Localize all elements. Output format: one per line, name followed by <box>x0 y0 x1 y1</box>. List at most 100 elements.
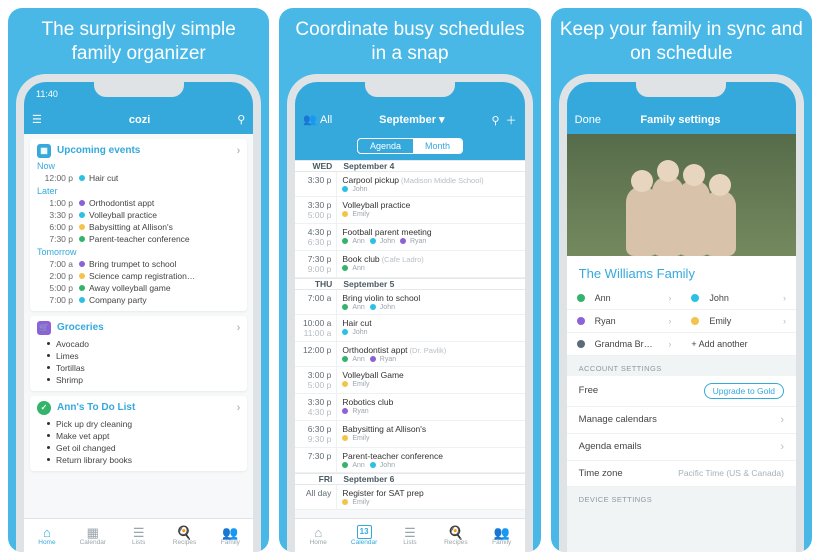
tab-recipes[interactable]: 🍳Recipes <box>162 519 208 552</box>
family-icon: 👥 <box>494 526 510 539</box>
tab-home[interactable]: ⌂Home <box>295 519 341 552</box>
tab-bar: ⌂Home▦Calendar☰Lists🍳Recipes👥Family <box>24 518 253 552</box>
add-member-cell[interactable]: + Add another <box>681 333 796 356</box>
member-dot-icon <box>79 261 85 267</box>
list-item[interactable]: Pick up dry cleaning <box>37 418 240 430</box>
list-item[interactable]: Make vet appt <box>37 430 240 442</box>
calendar-event-row[interactable]: 4:30 p6:30 pFootball parent meetingAnnJo… <box>295 224 524 251</box>
plan-row[interactable]: FreeUpgrade to Gold <box>567 376 796 407</box>
event-row[interactable]: 7:00 pCompany party <box>37 294 240 306</box>
seg-month[interactable]: Month <box>413 139 462 153</box>
event-row[interactable]: 5:00 pAway volleyball game <box>37 282 240 294</box>
family-member-cell[interactable]: Ann› <box>567 287 682 310</box>
calendar-event-row[interactable]: 12:00 pOrthodontist appt(Dr. Pavlik)AnnR… <box>295 342 524 367</box>
chevron-right-icon: › <box>783 293 786 303</box>
settings-screen: The Williams Family Ann›John›Ryan›Emily›… <box>567 134 796 553</box>
calendar-event-row[interactable]: 6:30 p9:30 pBabysitting at Allison'sEmil… <box>295 421 524 448</box>
tab-family[interactable]: 👥Family <box>479 519 525 552</box>
seg-agenda[interactable]: Agenda <box>358 139 413 153</box>
list-item[interactable]: Get oil changed <box>37 442 240 454</box>
family-member-cell[interactable]: Grandma Br…› <box>567 333 682 356</box>
family-member-cell[interactable]: Ryan› <box>567 310 682 333</box>
tab-family[interactable]: 👥Family <box>207 519 253 552</box>
member-dot-icon <box>342 435 348 441</box>
appbar-actions: ⚲ ＋ <box>491 112 516 128</box>
timezone-row[interactable]: Time zonePacific Time (US & Canada) <box>567 461 796 487</box>
member-dot-icon <box>342 329 348 335</box>
calendar-event-row[interactable]: 7:30 p9:00 pBook club(Cafe Ladro)Ann <box>295 251 524 278</box>
calendar-event-row[interactable]: 3:30 p4:30 pRobotics clubRyan <box>295 394 524 421</box>
search-icon[interactable]: ⚲ <box>491 115 499 127</box>
member-dot-icon <box>79 297 85 303</box>
segmented-control: Agenda Month <box>295 134 524 160</box>
phone-mock: 11:40 ☰ cozi ⚲ ▦Upcoming events›Now12:00… <box>16 74 261 553</box>
brand-logo: cozi <box>129 114 150 126</box>
member-dot-icon <box>577 317 585 325</box>
family-icon: 👥 <box>222 526 238 539</box>
chevron-right-icon: › <box>783 316 786 326</box>
calendar-event-row[interactable]: 3:30 p5:00 pVolleyball practiceEmily <box>295 197 524 224</box>
menu-icon[interactable]: ☰ <box>32 113 42 126</box>
phone-mock: 👥 All September ▾ ⚲ ＋ Agenda Month WEDSe… <box>287 74 532 553</box>
tab-lists[interactable]: ☰Lists <box>116 519 162 552</box>
event-row[interactable]: 7:30 pParent-teacher conference <box>37 233 240 245</box>
panel-title: Coordinate busy schedules in a snap <box>287 18 532 66</box>
month-picker[interactable]: September ▾ <box>379 113 444 126</box>
panel-title: The surprisingly simple family organizer <box>16 18 261 66</box>
list-item[interactable]: Return library books <box>37 454 240 466</box>
phone-notch <box>636 81 726 97</box>
list-item[interactable]: Tortillas <box>37 362 240 374</box>
upgrade-button[interactable]: Upgrade to Gold <box>704 383 784 399</box>
event-row[interactable]: 3:30 pVolleyball practice <box>37 209 240 221</box>
tab-recipes[interactable]: 🍳Recipes <box>433 519 479 552</box>
tab-home[interactable]: ⌂Home <box>24 519 70 552</box>
calendar-event-row[interactable]: 7:00 aBring violin to schoolAnnJohn <box>295 290 524 315</box>
calendar-event-row[interactable]: 7:30 pParent-teacher conferenceAnnJohn <box>295 448 524 473</box>
event-row[interactable]: 6:00 pBabysitting at Allison's <box>37 221 240 233</box>
event-row[interactable]: 2:00 pScience camp registration… <box>37 270 240 282</box>
add-icon[interactable]: ＋ <box>506 115 517 127</box>
tab-calendar[interactable]: 13Calendar <box>341 519 387 552</box>
member-dot-icon <box>342 304 348 310</box>
member-dot-icon <box>370 356 376 362</box>
list-icon: ☰ <box>133 526 145 539</box>
family-member-cell[interactable]: John› <box>681 287 796 310</box>
todo-card[interactable]: ✓Ann's To Do List›Pick up dry cleaningMa… <box>30 396 247 471</box>
recipes-icon: 🍳 <box>176 526 192 539</box>
calendar-event-row[interactable]: All dayRegister for SAT prepEmily <box>295 485 524 510</box>
calendar-event-row[interactable]: 3:00 p5:00 pVolleyball GameEmily <box>295 367 524 394</box>
family-photo[interactable] <box>567 134 796 256</box>
event-row[interactable]: 12:00 pHair cut <box>37 172 240 184</box>
chevron-right-icon: › <box>237 402 241 414</box>
tab-lists[interactable]: ☰Lists <box>387 519 433 552</box>
list-item[interactable]: Shrimp <box>37 374 240 386</box>
family-members-grid: Ann›John›Ryan›Emily›Grandma Br…›+ Add an… <box>567 287 796 356</box>
phone-mock: Done Family settings The Williams Family… <box>559 74 804 553</box>
settings-row[interactable]: Manage calendars› <box>567 407 796 434</box>
event-row[interactable]: 1:00 pOrthodontist appt <box>37 197 240 209</box>
member-dot-icon <box>370 462 376 468</box>
tab-calendar[interactable]: ▦Calendar <box>70 519 116 552</box>
chevron-right-icon: › <box>237 322 241 334</box>
list-item[interactable]: Limes <box>37 350 240 362</box>
member-dot-icon <box>79 273 85 279</box>
calendar-screen: WEDSeptember 43:30 pCarpool pickup(Madis… <box>295 160 524 553</box>
settings-row[interactable]: Agenda emails› <box>567 434 796 461</box>
event-row[interactable]: 7:00 aBring trumpet to school <box>37 258 240 270</box>
filter-all[interactable]: 👥 All <box>303 113 332 126</box>
day-header: WEDSeptember 4 <box>295 160 524 172</box>
family-member-cell[interactable]: Emily› <box>681 310 796 333</box>
member-dot-icon <box>79 224 85 230</box>
calendar-event-row[interactable]: 10:00 a11:00 aHair cutJohn <box>295 315 524 342</box>
member-dot-icon <box>577 294 585 302</box>
list-item[interactable]: Avocado <box>37 338 240 350</box>
groceries-card[interactable]: 🛒Groceries›AvocadoLimesTortillasShrimp <box>30 316 247 391</box>
upcoming-events-card[interactable]: ▦Upcoming events›Now12:00 pHair cutLater… <box>30 139 247 311</box>
done-button[interactable]: Done <box>575 114 601 126</box>
member-dot-icon <box>342 499 348 505</box>
member-dot-icon <box>577 340 585 348</box>
member-dot-icon <box>342 211 348 217</box>
calendar-event-row[interactable]: 3:30 pCarpool pickup(Madison Middle Scho… <box>295 172 524 197</box>
home-icon: ⌂ <box>43 526 51 539</box>
search-icon[interactable]: ⚲ <box>237 113 245 126</box>
